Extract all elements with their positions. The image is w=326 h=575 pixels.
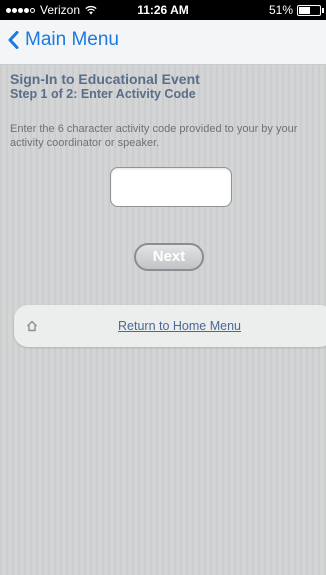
next-button[interactable]: Next [134, 243, 204, 271]
activity-code-input[interactable] [110, 167, 232, 207]
back-button-label: Main Menu [25, 29, 119, 50]
step-subtitle: Step 1 of 2: Enter Activity Code [10, 87, 196, 101]
instructions-text: Enter the 6 character activity code prov… [10, 123, 298, 149]
chevron-left-icon [8, 31, 19, 49]
return-home-link[interactable]: Return to Home Menu [118, 319, 241, 333]
status-bar: Verizon 11:26 AM 51% [0, 0, 326, 20]
battery-indicator: 51% [268, 3, 324, 17]
home-menu-panel[interactable]: Return to Home Menu [14, 305, 326, 347]
navigation-bar: Main Menu [0, 20, 326, 65]
battery-icon [297, 4, 324, 16]
home-icon [27, 320, 37, 332]
back-button[interactable]: Main Menu [8, 29, 119, 51]
battery-percent: 51% [268, 3, 293, 17]
page-title: Sign-In to Educational Event [10, 71, 200, 87]
